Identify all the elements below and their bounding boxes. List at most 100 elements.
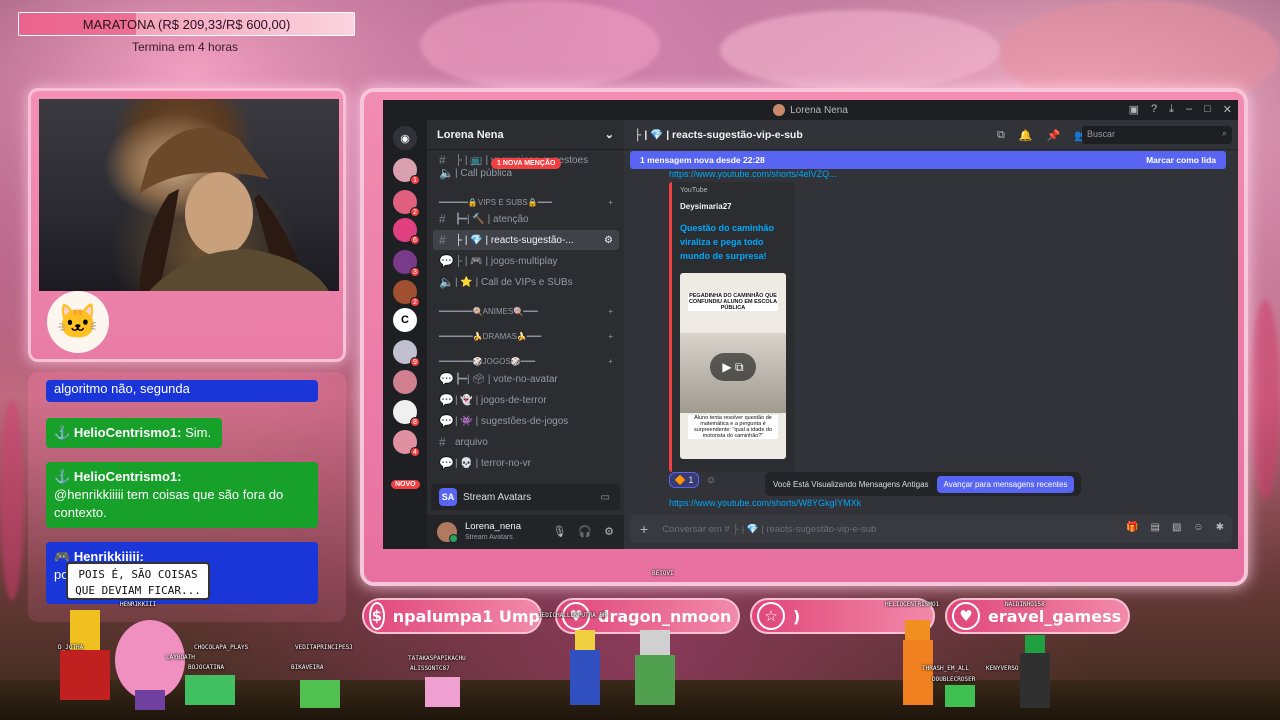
channel-category[interactable]: ━━━━━━━🍭ANIMES🍭━━━ + <box>433 301 619 321</box>
bell-icon[interactable]: 🔔 <box>1019 129 1033 142</box>
thumbnail-caption: PEGADINHA DO CAMINHÃO QUE CONFUNDIU ALUN… <box>688 293 778 311</box>
youtube-embed: YouTube Deysimaria27 Questão do caminhão… <box>669 182 795 472</box>
forum-channel-icon: 💬 <box>439 372 454 386</box>
voice-channel-icon: 🔈 <box>439 166 454 180</box>
add-attachment-icon[interactable]: + <box>640 521 648 537</box>
avatar-name: KENYVERSO <box>986 665 1019 672</box>
gif-icon[interactable]: ▤ <box>1150 522 1159 533</box>
avatar-speech-bubble: POIS É, SÃO COISAS QUE DEVIAM FICAR... <box>66 562 210 600</box>
add-reaction-icon[interactable]: ☺ <box>706 475 716 486</box>
channel-item[interactable]: 💬 | 👻 | jogos-de-terror <box>433 390 619 410</box>
screen-share-icon[interactable]: ▭ <box>601 492 610 503</box>
server-icon[interactable]: 1 <box>393 158 420 185</box>
add-channel-icon[interactable]: + <box>608 357 613 366</box>
inbox-icon[interactable]: ▣ <box>1129 103 1139 116</box>
window-title: Lorena Nena <box>790 104 848 116</box>
composer-placeholder: Conversar em # ├ | 💎 | reacts-sugestão-v… <box>662 523 877 535</box>
avatar-name: ALISSONTC87 <box>410 665 450 672</box>
play-icon[interactable]: ▶ ⧉ <box>710 353 756 381</box>
forum-channel-icon: 💬 <box>439 414 454 428</box>
message-composer[interactable]: + Conversar em # ├ | 💎 | reacts-sugestão… <box>630 515 1232 543</box>
add-channel-icon[interactable]: + <box>608 307 613 316</box>
channel-item[interactable]: 💬 | 👾 | sugestões-de-jogos <box>433 411 619 431</box>
search-icon: ⌕ <box>1221 128 1227 138</box>
pixel-avatar-sprite <box>300 680 340 708</box>
server-icon[interactable]: 9 <box>393 340 420 367</box>
video-thumbnail[interactable]: PEGADINHA DO CAMINHÃO QUE CONFUNDIU ALUN… <box>680 273 786 459</box>
avatar[interactable] <box>437 522 458 543</box>
channel-item[interactable]: 🔈 | ⭐ | Call de VIPs e SUBs <box>433 272 619 292</box>
avatar-name: LAYBOATH <box>166 654 195 661</box>
headphones-icon[interactable]: 🎧 <box>578 525 592 538</box>
maximize-button[interactable]: □ <box>1204 103 1211 116</box>
chat-message-partial: algoritmo não, segunda <box>46 380 318 402</box>
voice-channel-icon: 🔈 <box>439 275 454 289</box>
help-icon[interactable]: ? <box>1151 103 1157 116</box>
server-icon[interactable]: 8 <box>393 400 420 427</box>
gift-icon[interactable]: 🎁 <box>1126 522 1138 533</box>
sticker-icon[interactable]: ▧ <box>1172 522 1181 533</box>
server-icon[interactable]: 2 <box>393 190 420 217</box>
alert-pill: $ npalumpa1 Ump <box>362 598 542 634</box>
server-name: Lorena Nena <box>437 128 504 141</box>
channel-item[interactable]: # ┣━| 🔨 | atenção <box>433 209 619 229</box>
minimize-button[interactable]: – <box>1186 103 1192 116</box>
channel-item[interactable]: 💬 ┣━| 🗳 | vote-no-avatar <box>433 369 619 389</box>
lucky-cat-icon: 🐱 <box>47 291 109 353</box>
stream-avatars-activity[interactable]: SA Stream Avatars ▭ <box>431 484 620 510</box>
stream-avatars-icon: SA <box>439 488 457 506</box>
message-link[interactable]: https://www.youtube.com/shorts/W8YGkgIYM… <box>669 498 861 508</box>
avatar-name: BOJOCATINA <box>188 664 225 671</box>
channel-item[interactable]: 🔈 | Call pública <box>433 163 619 183</box>
apps-icon[interactable]: ✱ <box>1216 522 1224 533</box>
reaction-button[interactable]: 🔶 1 <box>669 472 699 488</box>
add-channel-icon[interactable]: + <box>608 198 613 207</box>
channel-item-active[interactable]: # ├ | 💎 | reacts-sugestão-... ⚙ <box>433 230 619 250</box>
username: Lorena_nena <box>465 521 521 532</box>
server-icon[interactable]: C <box>393 308 417 332</box>
avatar-name: VEDITAPRINCIPESJ <box>295 644 353 651</box>
channel-category[interactable]: ━━━━━━━🍌DRAMAS🍌━━━ + <box>433 326 619 346</box>
server-header[interactable]: Lorena Nena ⌄ <box>427 120 624 150</box>
pin-icon[interactable]: 📌 <box>1047 129 1061 142</box>
pixel-avatar-sprite <box>945 685 975 707</box>
heart-icon: ♥ <box>952 602 980 630</box>
embed-author[interactable]: Deysimaria27 <box>680 202 787 211</box>
star-icon: ☆ <box>757 602 785 630</box>
channel-category[interactable]: ━━━━━━━🎲JOGOS🎲━━━ + <box>433 351 619 371</box>
alert-text: ) <box>793 606 801 626</box>
embed-title[interactable]: Questão do caminhão viraliza e pega todo… <box>680 221 787 263</box>
chat-text: Sim. <box>185 425 212 440</box>
microphone-icon[interactable]: 🎙 <box>552 525 566 538</box>
forum-channel-icon: 💬 <box>439 393 454 407</box>
download-icon[interactable]: ⤓ <box>1169 103 1174 116</box>
mark-as-read-button[interactable]: Marcar como lida <box>1146 155 1216 165</box>
add-channel-icon[interactable]: + <box>608 332 613 341</box>
server-icon[interactable] <box>393 370 417 394</box>
discord-home-icon[interactable]: ◉ <box>393 126 417 150</box>
emoji-icon[interactable]: ☺ <box>1193 522 1203 533</box>
chat-username: HelioCentrismo1: <box>73 425 182 440</box>
search-input[interactable]: Buscar ⌕ <box>1082 126 1232 144</box>
server-icon[interactable]: 3 <box>393 250 420 277</box>
avatar-name: BETOVI <box>652 570 674 577</box>
message-link[interactable]: https://www.youtube.com/shorts/4elVZQ... <box>669 169 837 179</box>
new-messages-bar[interactable]: 1 mensagem nova desde 22:28 Marcar como … <box>630 151 1226 169</box>
embed-provider: YouTube <box>680 187 708 194</box>
gear-icon[interactable]: ⚙ <box>604 525 614 538</box>
close-button[interactable]: ✕ <box>1223 103 1232 116</box>
threads-icon[interactable]: ⧉ <box>997 129 1005 142</box>
server-icon[interactable]: 4 <box>393 430 420 457</box>
server-icon[interactable]: 6 <box>393 218 420 245</box>
channel-item[interactable]: 💬 | 💀 | terror-no-vr <box>433 453 619 473</box>
chat-message: ⚓ HelioCentrismo1: Sim. <box>46 418 222 448</box>
settings-icon[interactable]: ⚙ <box>604 235 613 246</box>
server-icon[interactable]: 2 <box>393 280 420 307</box>
avatar-name: DOUBLECROSER <box>932 676 976 683</box>
channel-item[interactable]: 💬 ├ | 🎮 | jogos-multiplay <box>433 251 619 271</box>
server-rail: ◉ 1 2 6 3 2 C 9 8 4 NOVO <box>383 120 427 549</box>
alert-text: eravel_gamess <box>988 606 1122 626</box>
text-channel-icon: # <box>439 233 446 247</box>
channel-item[interactable]: # arquivo <box>433 432 619 452</box>
jump-to-present-button[interactable]: Avançar para mensagens recentes <box>936 475 1075 493</box>
